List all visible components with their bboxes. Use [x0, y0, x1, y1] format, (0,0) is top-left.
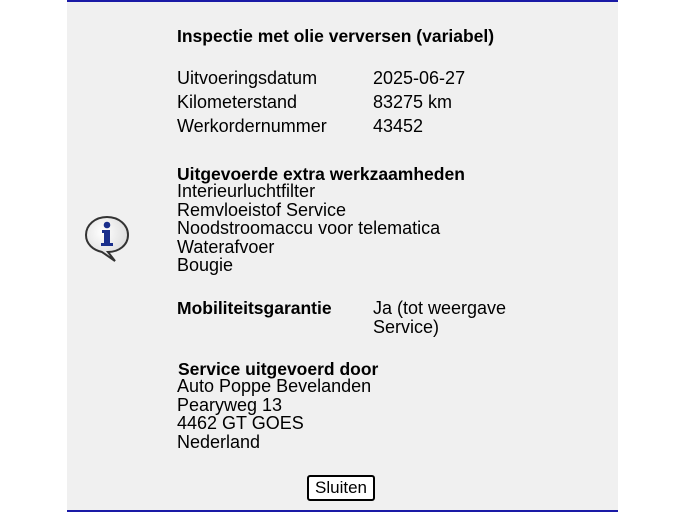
detail-label-mileage: Kilometerstand — [177, 92, 298, 112]
close-button[interactable]: Sluiten — [307, 475, 375, 501]
mobility-value: Ja (tot weergave Service) — [373, 298, 507, 337]
dealer-street: Pearyweg 13 — [177, 394, 283, 415]
list-item: Remvloeistof Service — [177, 199, 347, 220]
dealer-name: Auto Poppe Bevelanden — [177, 376, 372, 396]
info-icon — [84, 215, 130, 262]
detail-value-workorder: 43452 — [373, 116, 424, 136]
detail-label-workorder: Werkordernummer — [177, 116, 327, 136]
extra-work-list: Interieurluchtfilter Remvloeistof Servic… — [177, 182, 440, 275]
list-item: Noodstroomaccu voor telematica — [177, 218, 441, 238]
detail-value-mileage: 83275 km — [373, 92, 453, 112]
dealer-city: 4462 GT GOES — [177, 413, 304, 433]
mobility-label: Mobiliteitsgarantie — [177, 298, 332, 318]
service-address: Auto Poppe Bevelanden Pearyweg 13 4462 G… — [177, 377, 371, 451]
detail-value-date: 2025-06-27 — [373, 68, 466, 88]
dialog-title: Inspectie met olie verversen (variabel) — [177, 26, 495, 46]
dealer-country: Nederland — [177, 431, 261, 452]
detail-label-date: Uitvoeringsdatum — [177, 68, 318, 88]
list-item: Interieurluchtfilter — [177, 181, 316, 201]
list-item: Waterafvoer — [177, 236, 275, 257]
list-item: Bougie — [177, 255, 234, 275]
